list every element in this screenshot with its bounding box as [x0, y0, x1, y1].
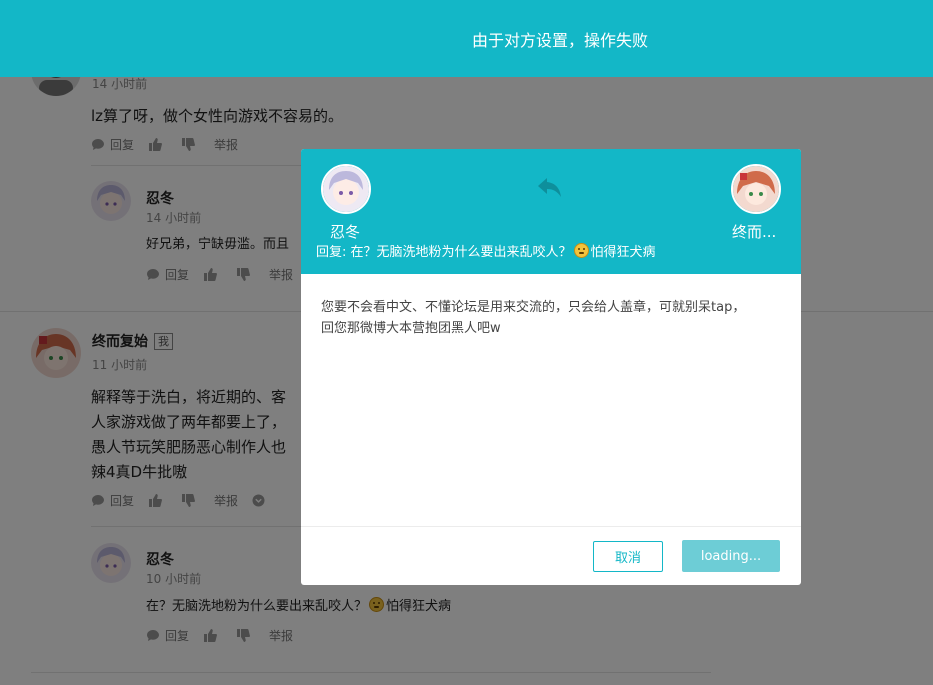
sender-name: 忍冬	[330, 223, 361, 241]
quoted-comment: 回复: 在？无脑洗地粉为什么要出来乱咬人？ 怕得狂犬病	[316, 241, 656, 260]
toast-message: 由于对方设置，操作失败	[472, 31, 649, 50]
dialog-header: 忍冬 终而... 回复: 在？无脑洗地粉为什么要出来乱咬人？ 怕得狂犬病	[301, 149, 801, 274]
recipient-name: 终而...	[732, 223, 777, 241]
dialog-footer-divider	[301, 526, 801, 527]
recipient-avatar	[731, 164, 781, 214]
reply-text-line: 您要不会看中文、不懂论坛是用来交流的，只会给人盖章，可就别呆tap，	[321, 300, 746, 315]
sender-avatar	[321, 164, 371, 214]
emoji-icon	[573, 243, 589, 258]
quote-text: 回复: 在？无脑洗地粉为什么要出来乱咬人？	[316, 245, 572, 260]
error-toast: 由于对方设置，操作失败	[0, 0, 933, 77]
reply-arrow-icon	[538, 178, 561, 197]
reply-dialog: 忍冬 终而... 回复: 在？无脑洗地粉为什么要出来乱咬人？ 怕得狂犬病 您要不会…	[301, 149, 801, 585]
reply-text-line: 回您那微博大本营抱团黑人吧w	[321, 321, 501, 336]
quote-tail: 怕得狂犬病	[590, 245, 656, 260]
cancel-button[interactable]: 取消	[593, 541, 663, 572]
submit-button[interactable]: loading...	[682, 540, 780, 572]
reply-textarea[interactable]: 您要不会看中文、不懂论坛是用来交流的，只会给人盖章，可就别呆tap， 回您那微博…	[321, 297, 781, 339]
